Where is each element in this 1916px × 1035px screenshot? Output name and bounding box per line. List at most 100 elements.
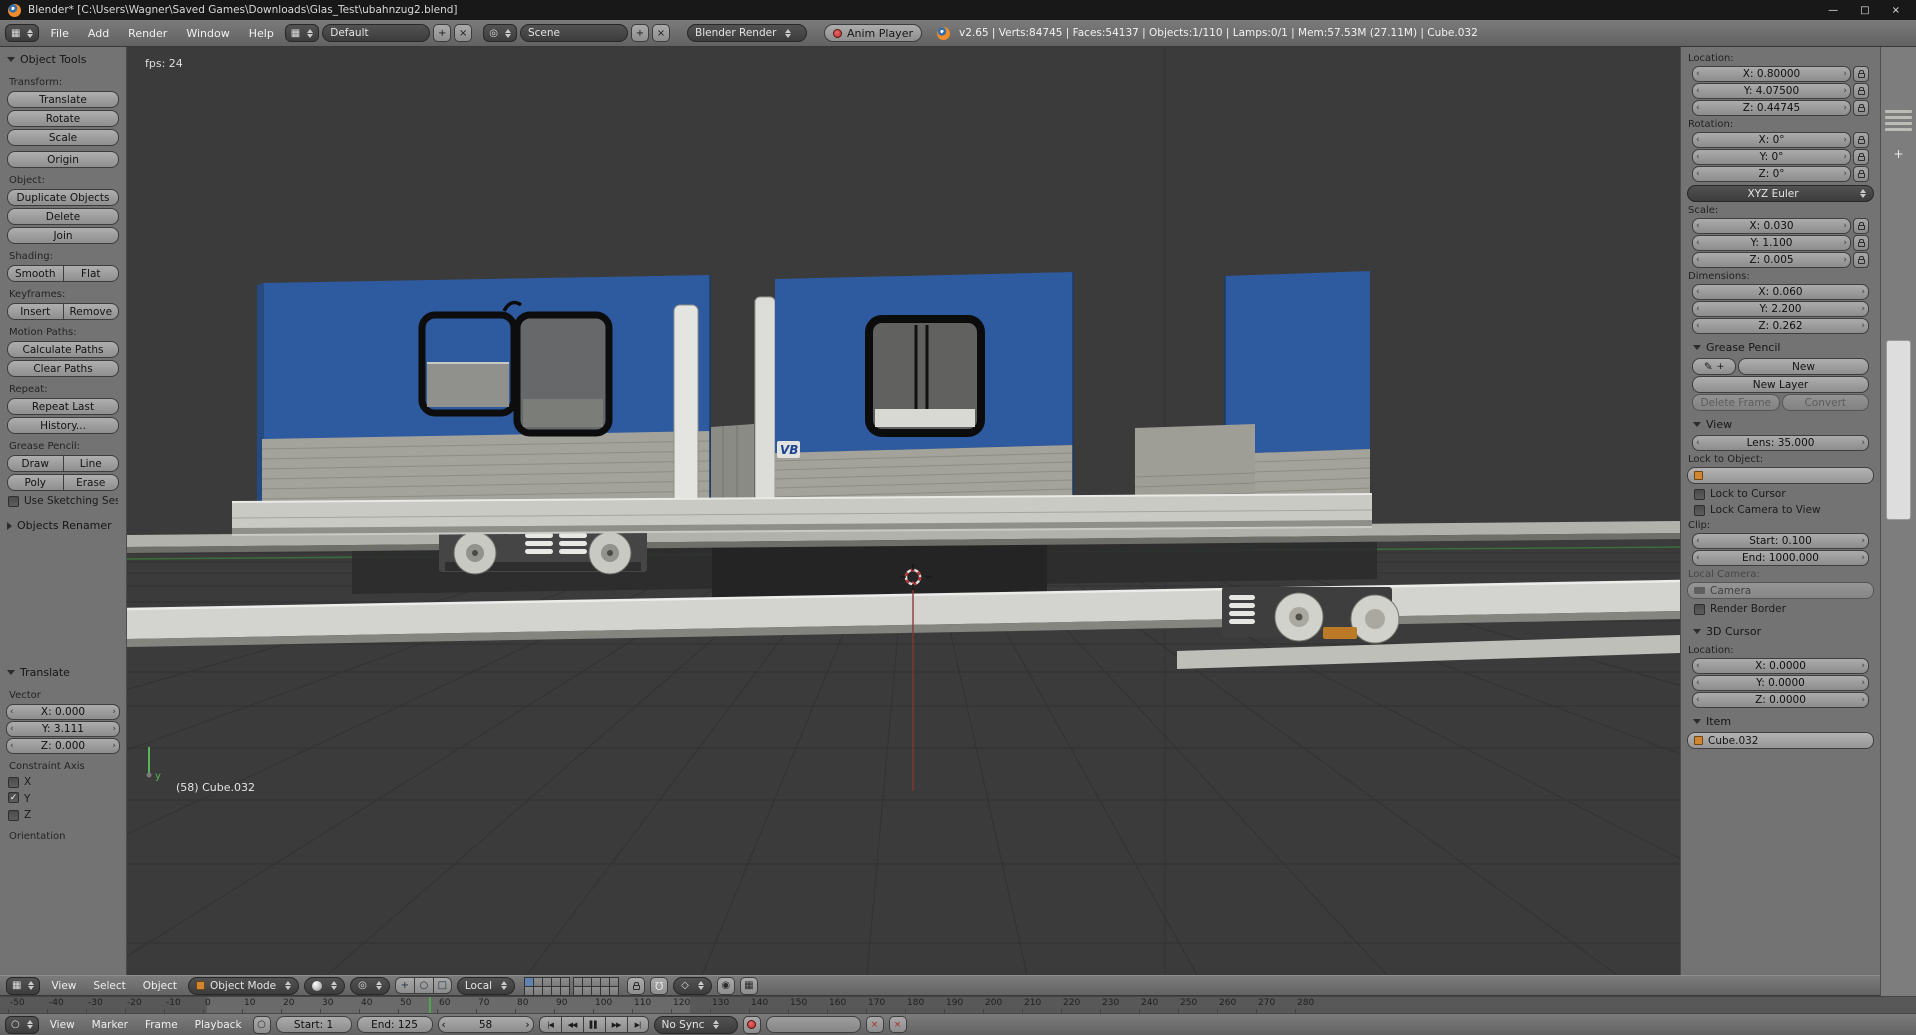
location-z-lock-button[interactable] bbox=[1853, 100, 1869, 116]
cursor-panel-header[interactable]: 3D Cursor bbox=[1686, 619, 1875, 642]
remove-keyframe-button[interactable]: Remove bbox=[63, 303, 120, 320]
sync-mode-dropdown[interactable]: No Sync bbox=[654, 1016, 738, 1034]
dimension-y-field[interactable]: ‹Y: 2.200› bbox=[1692, 301, 1869, 317]
current-frame-line[interactable] bbox=[429, 997, 431, 1013]
clip-start-field[interactable]: ‹Start: 0.100› bbox=[1692, 533, 1869, 549]
scale-x-field[interactable]: ‹X: 0.030› bbox=[1692, 218, 1851, 234]
stepper[interactable]: › bbox=[1861, 679, 1865, 688]
scale-button[interactable]: Scale bbox=[7, 129, 119, 146]
insert-keyframe-button[interactable]: Insert bbox=[7, 303, 63, 320]
end-frame-field[interactable]: End: 125 bbox=[357, 1016, 433, 1033]
scale-z-lock-button[interactable] bbox=[1853, 252, 1869, 268]
redo-translate-panel-header[interactable]: Translate bbox=[0, 660, 126, 683]
scale-x-lock-button[interactable] bbox=[1853, 218, 1869, 234]
gp-convert-button[interactable]: Convert bbox=[1782, 394, 1870, 411]
expand-plus-icon[interactable]: + bbox=[1881, 147, 1916, 161]
stepper[interactable]: › bbox=[1843, 104, 1847, 113]
cursor-y-field[interactable]: ‹Y: 0.0000› bbox=[1692, 675, 1869, 691]
transform-orientation-dropdown[interactable]: Local bbox=[457, 977, 515, 995]
stepper[interactable]: › bbox=[1843, 256, 1847, 265]
gp-draw-icon-button[interactable]: ✎+ bbox=[1692, 358, 1736, 375]
stepper[interactable]: › bbox=[1861, 696, 1865, 705]
gp-erase-button[interactable]: Erase bbox=[63, 474, 120, 491]
editor-type-button-timeline[interactable]: ○ bbox=[5, 1016, 39, 1034]
jump-to-end-button[interactable]: ▶| bbox=[627, 1016, 649, 1033]
next-keyframe-button[interactable]: ▶▶ bbox=[605, 1016, 627, 1033]
stepper[interactable]: › bbox=[112, 708, 116, 717]
stepper[interactable]: › bbox=[1843, 153, 1847, 162]
render-engine-dropdown[interactable]: Blender Render bbox=[687, 24, 807, 42]
gp-delete-frame-button[interactable]: Delete Frame bbox=[1692, 394, 1780, 411]
menu-render[interactable]: Render bbox=[120, 24, 175, 43]
render-opengl-anim-button[interactable]: ▦ bbox=[740, 977, 758, 995]
cursor-x-field[interactable]: ‹X: 0.0000› bbox=[1692, 658, 1869, 674]
snap-toggle-button[interactable]: Ω bbox=[650, 977, 668, 995]
select-menu[interactable]: Select bbox=[87, 978, 131, 994]
jump-to-start-button[interactable]: |◀ bbox=[539, 1016, 561, 1033]
stepper[interactable]: › bbox=[1843, 170, 1847, 179]
rotation-y-lock-button[interactable] bbox=[1853, 149, 1869, 165]
view-menu[interactable]: View bbox=[45, 978, 82, 994]
viewport-3d[interactable]: VB bbox=[127, 47, 1680, 975]
render-opengl-button[interactable]: ◉ bbox=[717, 977, 735, 995]
objects-renamer-panel-header[interactable]: Objects Renamer bbox=[0, 513, 126, 536]
redo-vector-x-field[interactable]: ‹X: 0.000› bbox=[6, 704, 120, 720]
lock-camera-checkbox[interactable]: Lock Camera to View bbox=[1694, 504, 1867, 516]
clip-end-field[interactable]: ‹End: 1000.000› bbox=[1692, 550, 1869, 566]
duplicate-objects-button[interactable]: Duplicate Objects bbox=[7, 189, 119, 206]
grease-pencil-panel-header[interactable]: Grease Pencil bbox=[1686, 335, 1875, 358]
item-name-field[interactable]: Cube.032 bbox=[1687, 732, 1874, 749]
origin-button[interactable]: Origin bbox=[7, 151, 119, 168]
dimension-x-field[interactable]: ‹X: 0.060› bbox=[1692, 284, 1869, 300]
lock-to-object-field[interactable] bbox=[1687, 467, 1874, 484]
redo-vector-y-field[interactable]: ‹Y: 3.111› bbox=[6, 721, 120, 737]
delete-keyframe-icon-button[interactable]: × bbox=[889, 1016, 907, 1033]
stepper[interactable]: › bbox=[1861, 554, 1865, 563]
manipulator-rotate-button[interactable]: ○ bbox=[414, 977, 433, 994]
lens-field[interactable]: ‹Lens: 35.000› bbox=[1692, 435, 1869, 451]
gp-draw-button[interactable]: Draw bbox=[7, 455, 63, 472]
scene-lock-button[interactable] bbox=[627, 977, 645, 995]
mode-dropdown[interactable]: Object Mode bbox=[188, 977, 299, 995]
stepper[interactable]: › bbox=[1843, 136, 1847, 145]
stepper[interactable]: › bbox=[1861, 439, 1865, 448]
manipulator-scale-button[interactable]: □ bbox=[433, 977, 452, 994]
stepper[interactable]: › bbox=[1861, 537, 1865, 546]
viewport-shading-dropdown[interactable] bbox=[304, 977, 345, 995]
rotation-mode-dropdown[interactable]: XYZ Euler bbox=[1687, 185, 1874, 202]
delete-button[interactable]: Delete bbox=[7, 208, 119, 225]
timeline-ruler[interactable]: -50-40-30-20-100102030405060708090100110… bbox=[0, 996, 1916, 1013]
editor-type-button-3dview[interactable]: ▦ bbox=[6, 977, 40, 995]
auto-keyframe-record-button[interactable] bbox=[743, 1016, 761, 1034]
manipulator-translate-button[interactable]: + bbox=[395, 977, 414, 994]
rotation-x-lock-button[interactable] bbox=[1853, 132, 1869, 148]
gp-new-button[interactable]: New bbox=[1738, 358, 1869, 375]
anim-player-button[interactable]: Anim Player bbox=[824, 24, 922, 42]
keying-set-field[interactable] bbox=[766, 1016, 861, 1033]
rotation-x-field[interactable]: ‹X: 0°› bbox=[1692, 132, 1851, 148]
location-x-lock-button[interactable] bbox=[1853, 66, 1869, 82]
timeline-playback-menu[interactable]: Playback bbox=[189, 1017, 248, 1033]
clear-paths-button[interactable]: Clear Paths bbox=[7, 360, 119, 377]
start-frame-field[interactable]: Start: 1 bbox=[276, 1016, 352, 1033]
minimize-button[interactable]: — bbox=[1828, 5, 1838, 16]
stepper[interactable]: › bbox=[1861, 662, 1865, 671]
scale-z-field[interactable]: ‹Z: 0.005› bbox=[1692, 252, 1851, 268]
rotate-button[interactable]: Rotate bbox=[7, 110, 119, 127]
stepper[interactable]: › bbox=[1843, 70, 1847, 79]
use-sketching-checkbox[interactable]: Use Sketching Sessi bbox=[8, 495, 118, 507]
stepper[interactable]: › bbox=[1861, 322, 1865, 331]
scale-y-field[interactable]: ‹Y: 1.100› bbox=[1692, 235, 1851, 251]
redo-vector-z-field[interactable]: ‹Z: 0.000› bbox=[6, 738, 120, 754]
stepper[interactable]: › bbox=[112, 725, 116, 734]
gp-new-layer-button[interactable]: New Layer bbox=[1692, 376, 1869, 393]
layer-toggle[interactable] bbox=[609, 986, 619, 996]
insert-keyframe-icon-button[interactable]: × bbox=[866, 1016, 884, 1033]
remove-layout-button[interactable]: × bbox=[454, 24, 472, 42]
add-layout-button[interactable]: + bbox=[433, 24, 451, 42]
constraint-x-checkbox[interactable]: X bbox=[8, 776, 118, 788]
scene-browse-button[interactable]: ◎ bbox=[483, 24, 517, 42]
join-button[interactable]: Join bbox=[7, 227, 119, 244]
view-panel-header[interactable]: View bbox=[1686, 412, 1875, 435]
stepper[interactable]: › bbox=[1861, 288, 1865, 297]
